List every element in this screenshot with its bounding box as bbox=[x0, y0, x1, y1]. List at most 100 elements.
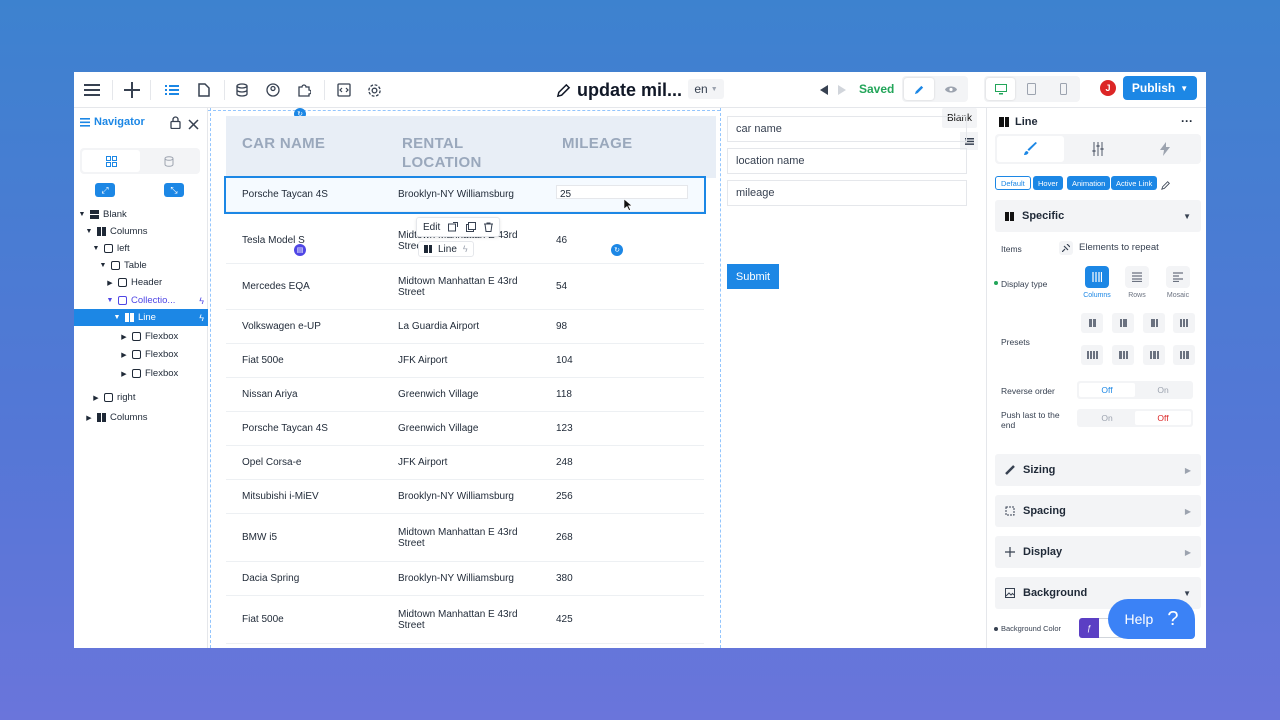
preset-option[interactable] bbox=[1173, 345, 1195, 365]
preview-mode-button[interactable] bbox=[936, 78, 966, 100]
tree-item-right[interactable]: ▶ right bbox=[74, 389, 208, 406]
caret-right-icon[interactable]: ▶ bbox=[85, 414, 93, 422]
tree-item-left[interactable]: ▼ left bbox=[74, 240, 208, 257]
tab-style[interactable] bbox=[997, 136, 1065, 162]
tab-settings[interactable] bbox=[1064, 136, 1131, 162]
preset-option[interactable] bbox=[1112, 313, 1134, 333]
table-row[interactable]: BMW i5 Midtown Manhattan E 43rd Street 268 bbox=[226, 514, 704, 562]
pencil-icon[interactable] bbox=[1161, 177, 1171, 195]
language-select[interactable]: en ▼ bbox=[688, 79, 724, 99]
design-canvas[interactable]: ↻ CAR NAME RENTAL LOCATION MILEAGE Porsc… bbox=[208, 108, 986, 648]
preset-option[interactable] bbox=[1081, 345, 1103, 365]
settings-gear-icon[interactable] bbox=[364, 80, 384, 100]
submit-button[interactable]: Submit bbox=[727, 264, 779, 289]
plugin-puzzle-icon[interactable] bbox=[294, 80, 314, 100]
tree-item-header[interactable]: ▶ Header bbox=[74, 274, 208, 291]
reverse-off-option[interactable]: Off bbox=[1079, 383, 1135, 397]
tab-layers[interactable] bbox=[82, 150, 140, 172]
tablet-device-button[interactable] bbox=[1017, 78, 1046, 100]
lock-icon[interactable] bbox=[170, 116, 181, 134]
table-row[interactable]: Fiat 500e JFK Airport 104 bbox=[226, 344, 704, 378]
preset-option[interactable] bbox=[1173, 313, 1195, 333]
caret-down-icon[interactable]: ▼ bbox=[113, 314, 121, 321]
reverse-order-toggle[interactable]: Off On bbox=[1077, 381, 1193, 399]
state-hover[interactable]: Hover bbox=[1033, 176, 1064, 190]
mileage-input[interactable]: mileage bbox=[727, 180, 967, 206]
caret-down-icon[interactable]: ▼ bbox=[106, 297, 114, 304]
display-type-rows[interactable] bbox=[1125, 266, 1149, 288]
element-handle-icon[interactable]: ↻ bbox=[611, 244, 623, 256]
table-row[interactable]: Opel Corsa-e JFK Airport 248 bbox=[226, 446, 704, 480]
display-type-columns[interactable] bbox=[1085, 266, 1109, 288]
trash-icon[interactable] bbox=[484, 222, 494, 232]
redo-arrow-icon[interactable] bbox=[832, 80, 852, 100]
add-icon[interactable] bbox=[122, 80, 142, 100]
color-function-icon[interactable]: ƒ bbox=[1079, 618, 1099, 638]
desktop-device-button[interactable] bbox=[986, 78, 1016, 100]
page-title[interactable]: update mil... bbox=[556, 78, 682, 102]
tree-item-table[interactable]: ▼ Table bbox=[74, 257, 208, 274]
caret-right-icon[interactable]: ▶ bbox=[120, 333, 128, 341]
pages-icon[interactable] bbox=[194, 80, 214, 100]
caret-right-icon[interactable]: ▶ bbox=[106, 279, 114, 287]
section-sizing[interactable]: Sizing ▶ bbox=[995, 454, 1201, 486]
table-row[interactable]: Mitsubishi i-MiEV Brooklyn-NY Williamsbur… bbox=[226, 480, 704, 514]
caret-down-icon[interactable]: ▼ bbox=[99, 262, 107, 269]
close-icon[interactable] bbox=[188, 117, 199, 135]
edit-mode-button[interactable] bbox=[904, 78, 934, 100]
tree-item-columns[interactable]: ▶ Columns bbox=[74, 409, 208, 426]
help-button[interactable]: Help ? bbox=[1108, 599, 1195, 639]
table-row[interactable]: Mercedes EQA Midtown Manhattan E 43rd Str… bbox=[226, 264, 704, 310]
database-icon[interactable] bbox=[232, 80, 252, 100]
tree-item-line[interactable]: ▼ Line ϟ bbox=[74, 309, 208, 326]
selected-element-tag[interactable]: Line ϟ bbox=[418, 241, 474, 257]
preset-option[interactable] bbox=[1143, 345, 1165, 365]
mobile-device-button[interactable] bbox=[1049, 78, 1078, 100]
preset-option[interactable] bbox=[1112, 345, 1134, 365]
state-animation[interactable]: Animation bbox=[1067, 176, 1111, 190]
lightning-icon[interactable]: ϟ bbox=[463, 244, 468, 254]
tab-interactions[interactable] bbox=[1132, 136, 1199, 162]
caret-right-icon[interactable]: ▶ bbox=[120, 351, 128, 359]
location-name-input[interactable]: location name bbox=[727, 148, 967, 174]
reverse-on-option[interactable]: On bbox=[1135, 383, 1191, 397]
lightning-icon[interactable]: ϟ bbox=[199, 313, 204, 323]
preset-option[interactable] bbox=[1081, 313, 1103, 333]
undo-arrow-icon[interactable] bbox=[814, 80, 834, 100]
tree-item-flexbox[interactable]: ▶ Flexbox bbox=[74, 328, 208, 345]
tree-item-blank[interactable]: ▼ Blank bbox=[74, 206, 208, 223]
table-row[interactable]: Porsche Taycan 4S Greenwich Village 123 bbox=[226, 412, 704, 446]
user-avatar[interactable]: J bbox=[1100, 80, 1116, 96]
edit-button[interactable]: Edit bbox=[423, 222, 440, 233]
navigator-list-icon[interactable] bbox=[162, 80, 182, 100]
car-name-input[interactable]: car name bbox=[727, 116, 967, 142]
display-type-mosaic[interactable] bbox=[1166, 266, 1190, 288]
table-row[interactable]: Dacia Spring Brooklyn-NY Williamsburg 380 bbox=[226, 562, 704, 596]
lightning-icon[interactable]: ϟ bbox=[199, 296, 204, 306]
table-row[interactable]: Nissan Ariya Greenwich Village 118 bbox=[226, 378, 704, 412]
tree-item-collectio-[interactable]: ▼ Collectio... ϟ bbox=[74, 292, 208, 309]
table-row[interactable]: Volkswagen e-UP La Guardia Airport 98 bbox=[226, 310, 704, 344]
tree-item-flexbox[interactable]: ▶ Flexbox bbox=[74, 346, 208, 363]
user-circle-icon[interactable] bbox=[263, 80, 283, 100]
push-off-option[interactable]: Off bbox=[1135, 411, 1191, 425]
push-last-toggle[interactable]: On Off bbox=[1077, 409, 1193, 427]
repeat-items-icon[interactable] bbox=[1059, 241, 1073, 255]
section-spacing[interactable]: Spacing ▶ bbox=[995, 495, 1201, 527]
caret-down-icon[interactable]: ▼ bbox=[92, 245, 100, 252]
section-display[interactable]: Display ▶ bbox=[995, 536, 1201, 568]
caret-right-icon[interactable]: ▶ bbox=[92, 394, 100, 402]
link-element-icon[interactable] bbox=[448, 222, 459, 232]
more-options-icon[interactable]: ··· bbox=[1181, 114, 1193, 128]
duplicate-icon[interactable] bbox=[466, 222, 477, 232]
tree-item-flexbox[interactable]: ▶ Flexbox bbox=[74, 365, 208, 382]
publish-button[interactable]: Publish ▼ bbox=[1123, 76, 1197, 100]
section-specific[interactable]: Specific ▼ bbox=[995, 200, 1201, 232]
collection-badge-icon[interactable]: ▤ bbox=[294, 244, 306, 256]
tab-data[interactable] bbox=[140, 150, 198, 172]
hamburger-menu-icon[interactable] bbox=[82, 80, 102, 100]
table-row[interactable]: Fiat 500e Midtown Manhattan E 43rd Street… bbox=[226, 596, 704, 644]
push-on-option[interactable]: On bbox=[1079, 411, 1135, 425]
preset-option[interactable] bbox=[1143, 313, 1165, 333]
expand-all-button[interactable]: ⤢ bbox=[95, 183, 115, 197]
